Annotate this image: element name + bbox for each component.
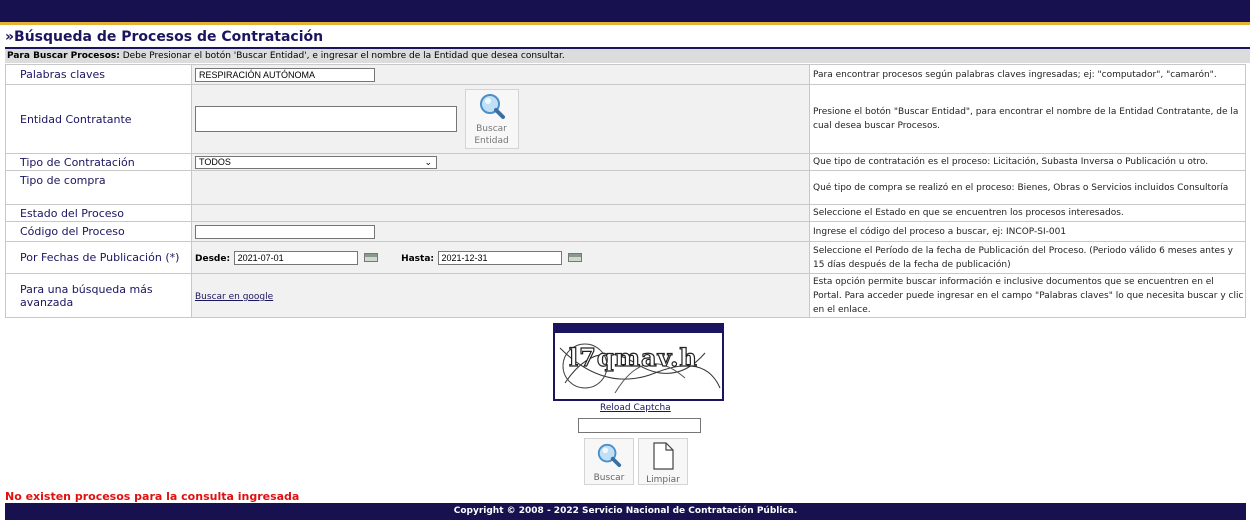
instructions-label: Para Buscar Procesos: bbox=[7, 51, 120, 61]
dates-label: Por Fechas de Publicación (*) bbox=[5, 241, 192, 274]
entity-label: Entidad Contratante bbox=[5, 84, 192, 154]
from-date-label: Desde: bbox=[195, 253, 231, 264]
contract-type-select[interactable]: TODOS ⌄ bbox=[195, 155, 437, 169]
advanced-help: Esta opción permite buscar información e… bbox=[809, 273, 1246, 318]
code-input[interactable] bbox=[195, 224, 375, 239]
google-search-link[interactable]: Buscar en google bbox=[195, 292, 273, 302]
captcha-image: l7qmav.h bbox=[553, 323, 724, 401]
captcha-text: l7qmav.h bbox=[568, 342, 698, 372]
code-help: Ingrese el código del proceso a buscar, … bbox=[809, 221, 1246, 242]
footer: Copyright © 2008 - 2022 Servicio Naciona… bbox=[5, 503, 1246, 520]
instructions-text: Debe Presionar el botón 'Buscar Entidad'… bbox=[119, 51, 565, 61]
from-date-input[interactable]: 2021-07-01 bbox=[233, 250, 358, 265]
code-label: Código del Proceso bbox=[5, 221, 192, 242]
page-title: »Búsqueda de Procesos de Contratación bbox=[5, 29, 324, 45]
row-contract-type: Tipo de Contratación TODOS ⌄ Que tipo de… bbox=[5, 153, 1246, 171]
calendar-icon[interactable] bbox=[363, 253, 378, 262]
magnifier-icon bbox=[597, 443, 622, 468]
no-results-message: No existen procesos para la consulta ing… bbox=[5, 490, 300, 503]
keywords-input[interactable]: RESPIRACIÓN AUTÓNOMA bbox=[195, 67, 375, 82]
chevron-down-icon: ⌄ bbox=[424, 156, 432, 167]
purchase-type-label: Tipo de compra bbox=[5, 170, 192, 205]
entity-textarea[interactable] bbox=[195, 106, 457, 132]
clear-button-label: Limpiar bbox=[646, 475, 680, 485]
keywords-help: Para encontrar procesos según palabras c… bbox=[809, 64, 1246, 85]
row-code: Código del Proceso Ingrese el código del… bbox=[5, 221, 1246, 242]
captcha-input[interactable] bbox=[578, 418, 701, 433]
contract-type-label: Tipo de Contratación bbox=[5, 153, 192, 171]
purchase-type-help: Qué tipo de compra se realizó en el proc… bbox=[809, 170, 1246, 205]
search-entity-button[interactable]: Buscar Entidad bbox=[464, 89, 519, 149]
search-entity-label-2: Entidad bbox=[474, 136, 509, 146]
row-dates: Por Fechas de Publicación (*) Desde: 202… bbox=[5, 241, 1246, 274]
search-button[interactable]: Buscar bbox=[584, 438, 634, 485]
to-date-input[interactable]: 2021-12-31 bbox=[437, 250, 562, 265]
instructions-bar: Para Buscar Procesos: Debe Presionar el … bbox=[5, 49, 1250, 63]
row-entity: Entidad Contratante Buscar Entidad Presi… bbox=[5, 84, 1246, 154]
to-date-label: Hasta: bbox=[401, 253, 435, 264]
blank-document-icon bbox=[653, 442, 674, 470]
contract-type-value: TODOS bbox=[199, 156, 231, 167]
entity-help: Presione el botón "Buscar Entidad", para… bbox=[809, 84, 1246, 154]
status-label: Estado del Proceso bbox=[5, 204, 192, 222]
search-form: Palabras claves RESPIRACIÓN AUTÓNOMA Par… bbox=[5, 64, 1246, 318]
reload-captcha-link[interactable]: Reload Captcha bbox=[600, 403, 671, 413]
top-banner bbox=[0, 0, 1250, 22]
magnifier-icon bbox=[479, 94, 505, 119]
row-keywords: Palabras claves RESPIRACIÓN AUTÓNOMA Par… bbox=[5, 64, 1246, 85]
dates-help: Seleccione el Período de la fecha de Pub… bbox=[809, 241, 1246, 274]
search-button-label: Buscar bbox=[593, 473, 625, 483]
keywords-label: Palabras claves bbox=[5, 64, 192, 85]
clear-button[interactable]: Limpiar bbox=[638, 438, 688, 485]
contract-type-help: Que tipo de contratación es el proceso: … bbox=[809, 153, 1246, 171]
row-purchase-type: Tipo de compra Qué tipo de compra se rea… bbox=[5, 170, 1246, 205]
top-banner-accent bbox=[0, 22, 1250, 25]
search-entity-label-1: Buscar bbox=[476, 124, 507, 134]
advanced-label: Para una búsqueda más avanzada bbox=[5, 273, 192, 318]
calendar-icon[interactable] bbox=[567, 253, 582, 262]
status-help: Seleccione el Estado en que se encuentre… bbox=[809, 204, 1246, 222]
row-status: Estado del Proceso Seleccione el Estado … bbox=[5, 204, 1246, 222]
row-advanced: Para una búsqueda más avanzada Buscar en… bbox=[5, 273, 1246, 318]
